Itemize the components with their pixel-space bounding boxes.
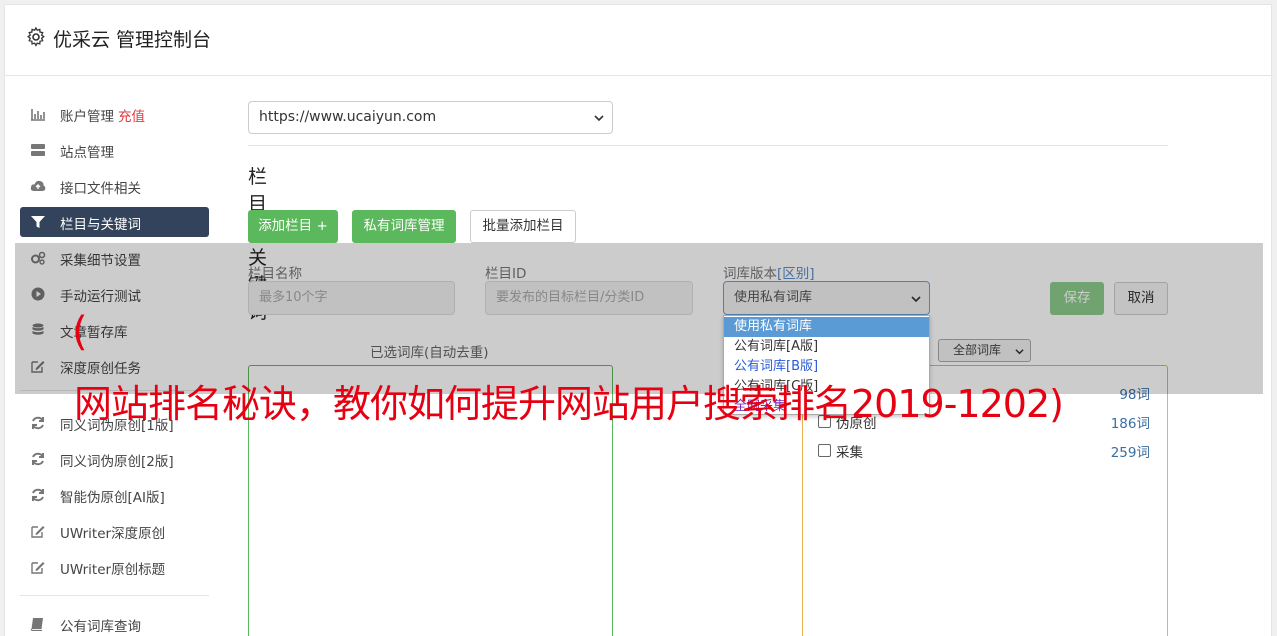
- server-icon: [31, 144, 45, 156]
- sidebar-item-label: 同义词伪原创[2版]: [60, 454, 174, 470]
- lib-count-link[interactable]: 259词: [1111, 441, 1150, 461]
- sidebar-item-public-lib[interactable]: 公有词库查询: [20, 609, 209, 636]
- refresh-icon: [32, 416, 44, 430]
- sidebar-item-label: 接口文件相关: [60, 181, 141, 197]
- sidebar-item-label: 栏目与关键词: [60, 217, 141, 233]
- sidebar-item-label: 账户管理: [60, 109, 114, 125]
- chevron-down-icon: [594, 115, 604, 122]
- page-title: 优采云 管理控制台: [53, 29, 212, 51]
- modal-overlay-band: [15, 243, 1263, 394]
- sidebar-item-label: 智能伪原创[AI版]: [60, 490, 165, 506]
- bar-chart-icon: [31, 109, 45, 121]
- sidebar-item-uwriter-title[interactable]: UWriter原创标题: [20, 552, 209, 582]
- lib-row[interactable]: 采集 259词: [818, 441, 1150, 461]
- sidebar-item-ai-original[interactable]: 智能伪原创[AI版]: [20, 480, 209, 510]
- lib-checkbox[interactable]: [818, 444, 831, 457]
- sidebar-item-columns[interactable]: 栏目与关键词: [20, 207, 209, 237]
- watermark-text: 网站排名秘诀，教你如何提升网站用户搜索排名2019-1202): [74, 382, 1064, 426]
- sidebar-divider: [20, 595, 209, 596]
- sidebar-item-account[interactable]: 账户管理 充值: [20, 99, 209, 129]
- sidebar-item-sites[interactable]: 站点管理: [20, 135, 209, 165]
- sidebar-item-interface[interactable]: 接口文件相关: [20, 171, 209, 201]
- batch-add-button[interactable]: 批量添加栏目: [470, 210, 576, 243]
- sidebar-item-label: UWriter原创标题: [60, 562, 166, 578]
- sidebar-item-label: UWriter深度原创: [60, 526, 166, 542]
- sidebar-item-label: 站点管理: [60, 145, 114, 161]
- refresh-icon: [32, 488, 44, 502]
- sidebar-item-synonym-v2[interactable]: 同义词伪原创[2版]: [20, 444, 209, 474]
- watermark-paren: (: [72, 309, 88, 355]
- refresh-icon: [32, 452, 44, 466]
- add-column-button[interactable]: 添加栏目 +: [248, 210, 338, 243]
- private-lib-button[interactable]: 私有词库管理: [352, 210, 456, 243]
- dropdown-option[interactable]: 公有词库[A版]: [724, 337, 929, 357]
- sidebar-item-uwriter-deep[interactable]: UWriter深度原创: [20, 516, 209, 546]
- edit-icon: [31, 562, 45, 574]
- recharge-link[interactable]: 充值: [118, 109, 145, 125]
- site-select[interactable]: https://www.ucaiyun.com: [248, 101, 613, 134]
- book-icon: [30, 618, 43, 631]
- lib-count-link[interactable]: 186词: [1111, 412, 1150, 432]
- cloud-upload-icon: [30, 180, 46, 191]
- gear-icon: [27, 27, 45, 47]
- dropdown-option[interactable]: 公有词库[B版]: [724, 357, 929, 377]
- divider: [248, 145, 1168, 146]
- edit-icon: [31, 526, 45, 538]
- filter-icon: [31, 216, 45, 228]
- sidebar-item-label: 公有词库查询: [60, 619, 141, 635]
- console-header: 优采云 管理控制台: [5, 5, 1273, 76]
- dropdown-option[interactable]: 使用私有词库: [724, 317, 929, 337]
